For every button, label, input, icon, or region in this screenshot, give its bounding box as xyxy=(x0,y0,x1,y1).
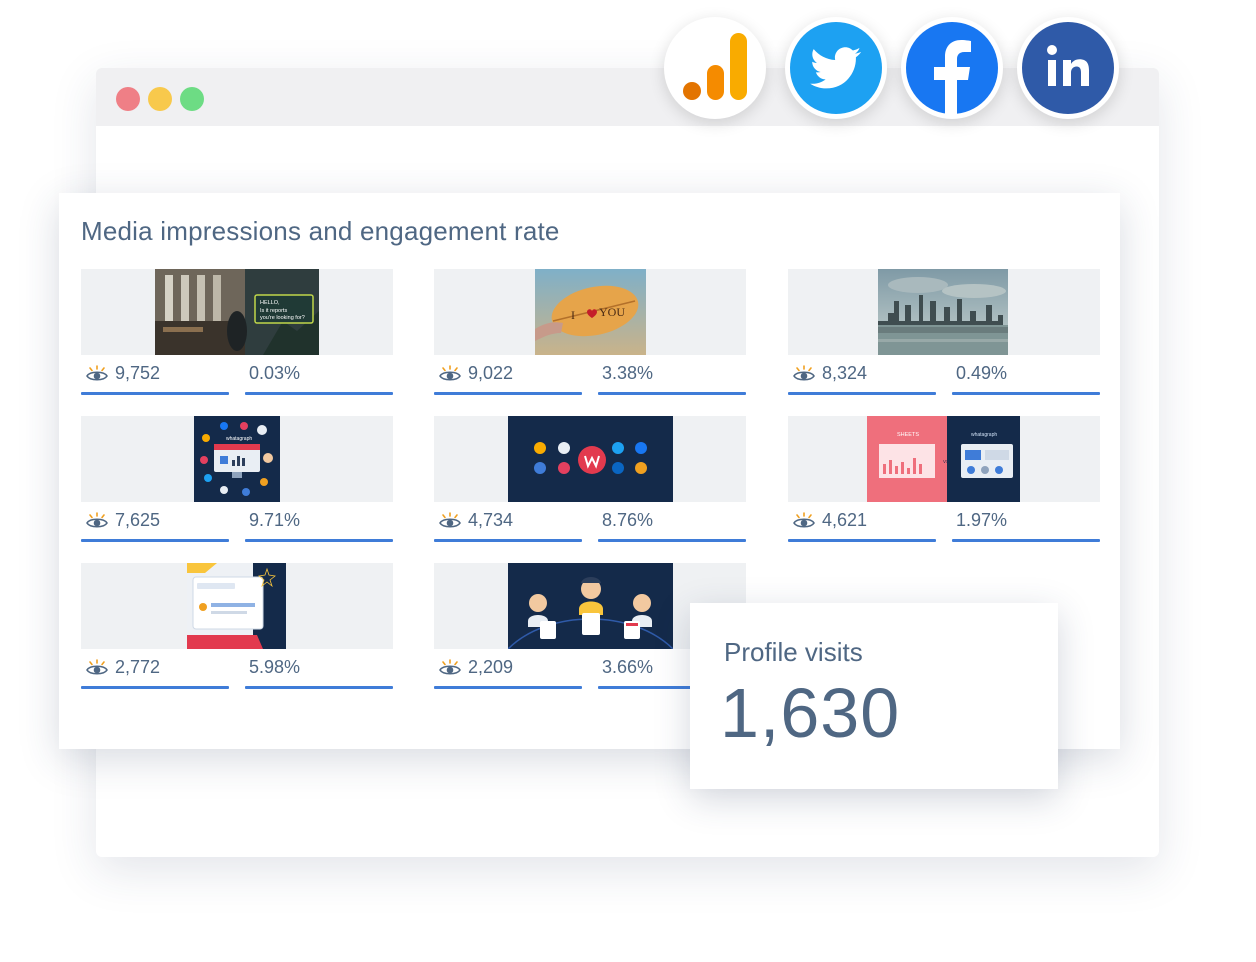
thumbnail-brand-text: whatagraph xyxy=(971,432,997,438)
profile-visits-value: 1,630 xyxy=(720,674,901,752)
thumbnail-sheets-text: SHEETS xyxy=(897,432,919,438)
post-thumbnail[interactable] xyxy=(788,269,1100,355)
impressions-underline xyxy=(81,539,229,542)
post-thumbnail[interactable] xyxy=(81,563,393,649)
post-thumbnail[interactable]: whatagraph xyxy=(81,416,393,502)
impressions-eye-icon xyxy=(86,659,108,675)
impressions-value: 8,324 xyxy=(822,363,868,383)
engagement-underline xyxy=(245,686,393,689)
google-analytics-icon xyxy=(664,17,766,119)
thumbnail-text-line-2: Is it reports xyxy=(260,308,287,314)
impressions-eye-icon xyxy=(439,512,461,528)
thumbnail-text-you: YOU xyxy=(599,305,625,319)
engagement-underline xyxy=(952,392,1100,395)
impressions-underline xyxy=(81,392,229,395)
linkedin-icon xyxy=(1017,17,1119,119)
post-thumbnail[interactable]: HELLO, Is it reports you're looking for? xyxy=(81,269,393,355)
post-tile-1[interactable]: HELLO, Is it reports you're looking for?… xyxy=(81,269,393,397)
impressions-underline xyxy=(788,539,936,542)
impressions-value: 9,022 xyxy=(468,363,514,383)
engagement-underline xyxy=(952,539,1100,542)
engagement-rate-value: 5.98% xyxy=(249,657,301,677)
impressions-eye-icon xyxy=(793,365,815,381)
impressions-value: 2,772 xyxy=(115,657,161,677)
thumbnail-brand-text: whatagraph xyxy=(226,436,252,442)
thumbnail-text-line-1: HELLO, xyxy=(260,300,280,306)
impressions-eye-icon xyxy=(439,365,461,381)
facebook-icon xyxy=(901,17,1003,119)
impressions-eye-icon xyxy=(439,659,461,675)
close-window-button[interactable] xyxy=(116,87,140,111)
impressions-underline xyxy=(434,392,582,395)
profile-visits-label: Profile visits xyxy=(724,637,863,667)
post-tile-6[interactable]: SHEETS VS whatagraph 4,621 1.97% xyxy=(788,416,1100,544)
twitter-icon xyxy=(785,17,887,119)
impressions-value: 4,734 xyxy=(468,510,514,530)
engagement-rate-value: 9.71% xyxy=(249,510,301,530)
impressions-eye-icon xyxy=(86,512,108,528)
impressions-underline xyxy=(434,539,582,542)
post-tile-7[interactable]: 2,772 5.98% xyxy=(81,563,393,691)
engagement-rate-value: 3.38% xyxy=(602,363,654,383)
profile-visits-card: Profile visits 1,630 xyxy=(690,603,1058,789)
impressions-eye-icon xyxy=(793,512,815,528)
impressions-value: 7,625 xyxy=(115,510,161,530)
thumbnail-text-i: I xyxy=(571,308,575,322)
post-tile-5[interactable]: 4,734 8.76% xyxy=(434,416,746,544)
thumbnail-text-line-3: you're looking for? xyxy=(260,315,305,321)
post-thumbnail[interactable]: SHEETS VS whatagraph xyxy=(788,416,1100,502)
engagement-underline xyxy=(245,539,393,542)
impressions-value: 9,752 xyxy=(115,363,161,383)
engagement-rate-value: 0.03% xyxy=(249,363,301,383)
engagement-rate-value: 1.97% xyxy=(956,510,1008,530)
impressions-underline xyxy=(434,686,582,689)
engagement-underline xyxy=(598,539,746,542)
impressions-eye-icon xyxy=(86,365,108,381)
post-thumbnail[interactable] xyxy=(434,416,746,502)
engagement-underline xyxy=(245,392,393,395)
engagement-rate-value: 8.76% xyxy=(602,510,654,530)
impressions-underline xyxy=(81,686,229,689)
card-title: Media impressions and engagement rate xyxy=(81,216,560,246)
engagement-underline xyxy=(598,392,746,395)
post-tile-2[interactable]: I YOU 9,022 3.38% xyxy=(434,269,746,397)
post-thumbnail[interactable]: I YOU xyxy=(434,269,746,355)
engagement-rate-value: 3.66% xyxy=(602,657,654,677)
thumbnail-vs-text: VS xyxy=(943,459,949,464)
post-tile-4[interactable]: whatagraph 7,625 9.71% xyxy=(81,416,393,544)
impressions-underline xyxy=(788,392,936,395)
impressions-value: 2,209 xyxy=(468,657,514,677)
impressions-value: 4,621 xyxy=(822,510,868,530)
minimize-window-button[interactable] xyxy=(148,87,172,111)
maximize-window-button[interactable] xyxy=(180,87,204,111)
engagement-rate-value: 0.49% xyxy=(956,363,1008,383)
post-tile-3[interactable]: 8,324 0.49% xyxy=(788,269,1100,397)
